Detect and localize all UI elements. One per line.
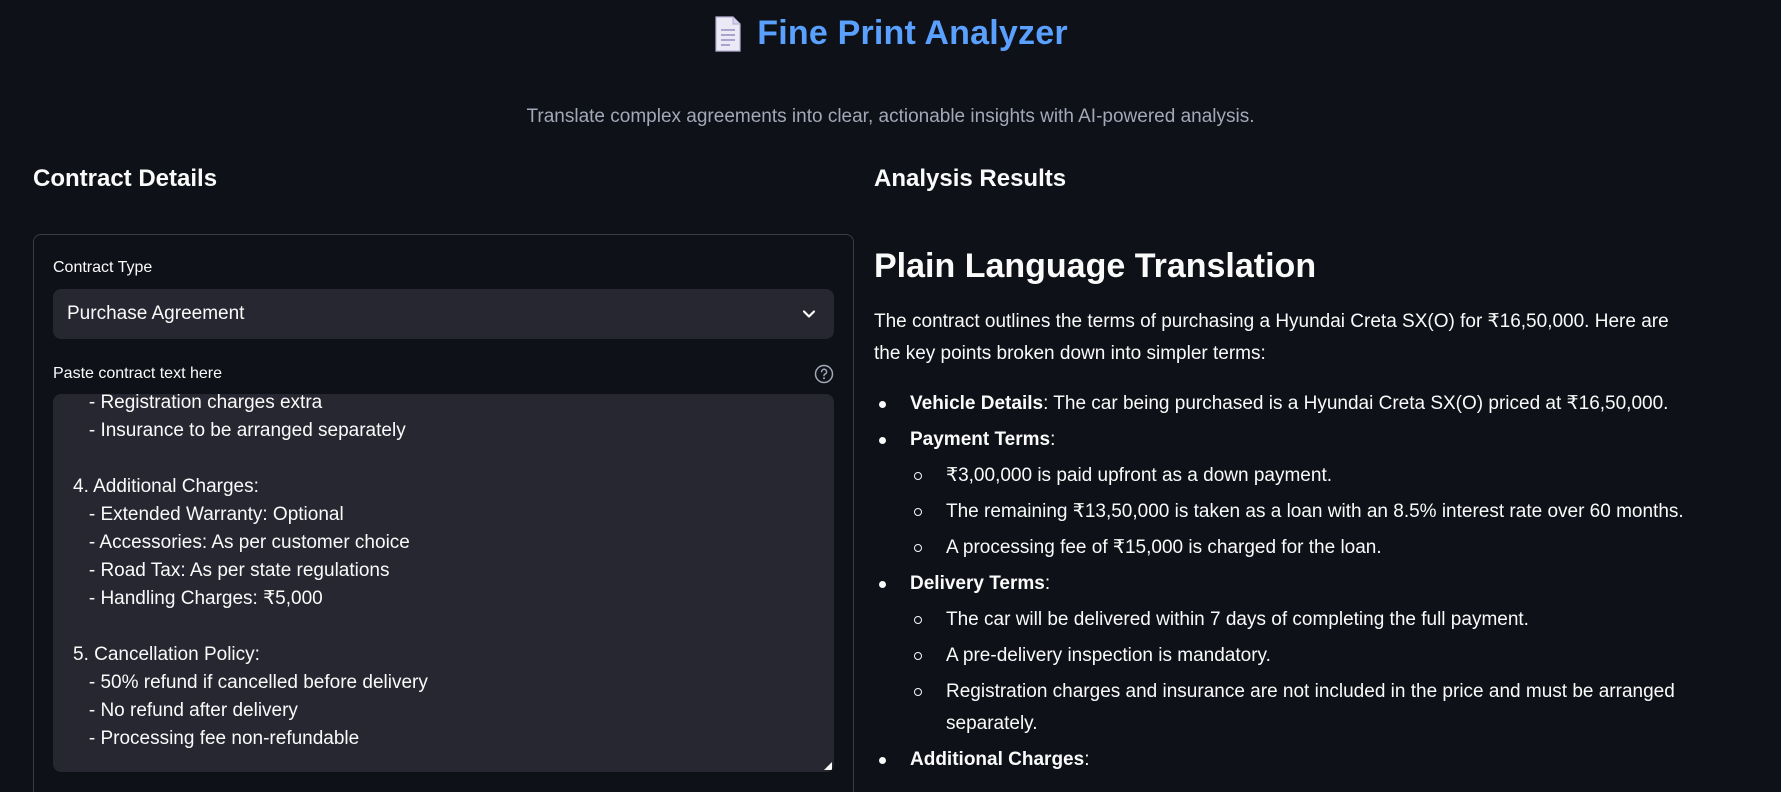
contract-details-heading: Contract Details <box>33 165 218 192</box>
result-bullet-label: Payment Terms <box>910 429 1051 450</box>
result-bullet-label: Vehicle Details <box>910 393 1044 414</box>
result-bullet-text: : <box>1084 749 1090 770</box>
contract-text-area[interactable]: - Registration charges extra - Insurance… <box>53 394 834 772</box>
paste-contract-label: Paste contract text here <box>53 365 222 382</box>
result-sub-list: The car will be delivered within 7 days … <box>910 604 1694 740</box>
results-bullet-list: Vehicle Details: The car being purchased… <box>874 388 1694 776</box>
analysis-results-heading: Analysis Results <box>874 165 1067 192</box>
result-bullet-text: : The car being purchased is a Hyundai C… <box>1043 393 1669 414</box>
contract-text-content: - Registration charges extra - Insurance… <box>73 394 813 753</box>
result-bullet-label: Additional Charges <box>910 749 1085 770</box>
result-sub-list: ₹3,00,000 is paid upfront as a down paym… <box>910 460 1694 564</box>
contract-text-line: - No refund after delivery <box>73 700 298 721</box>
result-sub-item: The remaining ₹13,50,000 is taken as a l… <box>910 496 1694 528</box>
contract-type-label: Contract Type <box>53 259 153 276</box>
chevron-down-icon <box>802 310 816 318</box>
result-bullet-item: Payment Terms: ₹3,00,000 is paid upfront … <box>874 424 1694 564</box>
result-bullet-item: Delivery Terms: The car will be delivered… <box>874 568 1694 740</box>
results-title: Plain Language Translation <box>874 247 1317 285</box>
contract-text-line: 4. Additional Charges: <box>73 476 259 497</box>
document-icon <box>715 15 741 52</box>
result-bullet-item: Additional Charges: <box>874 744 1694 776</box>
app-subtitle: Translate complex agreements into clear,… <box>526 106 1255 127</box>
result-bullet-item: Vehicle Details: The car being purchased… <box>874 388 1694 420</box>
result-bullet-text: : <box>1044 573 1051 594</box>
contract-text-line: - Processing fee non-refundable <box>73 728 360 749</box>
contract-text-line: - Road Tax: As per state regulations <box>73 560 390 581</box>
app-page: Fine Print Analyzer Translate complex ag… <box>0 0 1781 792</box>
contract-text-line: - Insurance to be arranged separately <box>73 420 406 441</box>
contract-text-line: - Accessories: As per customer choice <box>73 532 410 553</box>
results-intro: The contract outlines the terms of purch… <box>874 311 1669 364</box>
contract-text-line: - Handling Charges: ₹5,000 <box>73 588 323 609</box>
result-sub-item: Registration charges and insurance are n… <box>910 676 1694 740</box>
help-icon[interactable] <box>814 364 834 384</box>
contract-text-line: - Registration charges extra <box>73 394 323 413</box>
contract-text-line: - Extended Warranty: Optional <box>73 504 344 525</box>
result-sub-item: The car will be delivered within 7 days … <box>910 604 1694 636</box>
contract-text-line <box>73 613 813 641</box>
contract-type-value: Purchase Agreement <box>67 303 245 324</box>
result-sub-item: ₹3,00,000 is paid upfront as a down paym… <box>910 460 1694 492</box>
result-bullet-text: : <box>1050 429 1056 450</box>
contract-type-select[interactable]: Purchase Agreement <box>53 289 834 339</box>
result-sub-item: A processing fee of ₹15,000 is charged f… <box>910 532 1694 564</box>
result-bullet-label: Delivery Terms <box>910 573 1045 594</box>
contract-form-panel: Contract Type Purchase Agreement Paste c… <box>33 234 854 792</box>
app-header: Fine Print Analyzer <box>0 14 1781 53</box>
contract-text-line: 5. Cancellation Policy: <box>73 644 260 665</box>
contract-text-line: - 50% refund if cancelled before deliver… <box>73 672 428 693</box>
resize-handle-icon[interactable] <box>822 760 832 770</box>
app-title: Fine Print Analyzer <box>757 14 1068 52</box>
contract-text-line <box>73 445 813 473</box>
analysis-results: Plain Language Translation The contract … <box>874 240 1694 780</box>
result-sub-item: A pre-delivery inspection is mandatory. <box>910 640 1694 672</box>
